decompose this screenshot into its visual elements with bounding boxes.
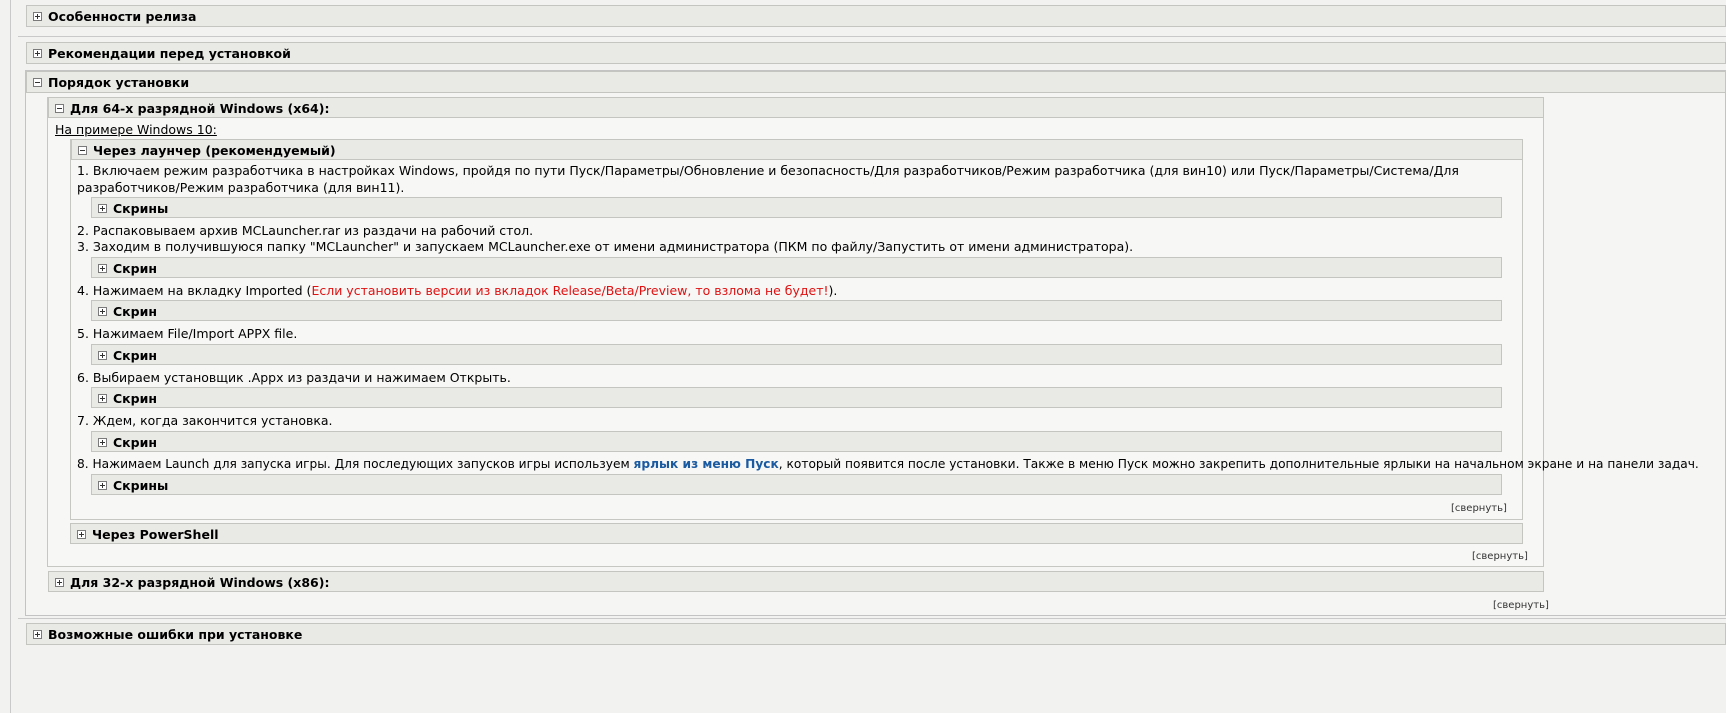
expand-icon bbox=[98, 394, 107, 403]
expand-icon bbox=[98, 204, 107, 213]
section-divider bbox=[18, 36, 1726, 37]
step-1: 1. Включаем режим разработчика в настрой… bbox=[77, 163, 1459, 195]
spoiler-screen-3[interactable]: Скрин bbox=[91, 257, 1502, 278]
spoiler-x64[interactable]: Для 64-х разрядной Windows (x64): bbox=[48, 97, 1544, 118]
spoiler-launcher-title: Через лаунчер (рекомендуемый) bbox=[93, 143, 336, 158]
step-5: 5. Нажимаем File/Import APPX file. bbox=[77, 326, 298, 341]
spoiler-powershell-title: Через PowerShell bbox=[92, 527, 219, 542]
expand-icon bbox=[98, 307, 107, 316]
spoiler-x86-title: Для 32-х разрядной Windows (x86): bbox=[70, 575, 330, 590]
spoiler-screens-1[interactable]: Скрины bbox=[91, 197, 1502, 218]
spoiler-screen-6-title: Скрин bbox=[113, 391, 158, 406]
expand-icon bbox=[98, 351, 107, 360]
step-8: 8. Нажимаем Launch для запуска игры. Для… bbox=[77, 456, 1699, 473]
spoiler-x64-title: Для 64-х разрядной Windows (x64): bbox=[70, 101, 330, 116]
spoiler-screen-7-title: Скрин bbox=[113, 435, 158, 450]
spoiler-features[interactable]: Особенности релиза bbox=[26, 5, 1726, 27]
spoiler-screens-8[interactable]: Скрины bbox=[91, 474, 1502, 495]
step-3: 3. Заходим в получившуюся папку "MCLaunc… bbox=[77, 239, 1134, 254]
spoiler-powershell[interactable]: Через PowerShell bbox=[70, 523, 1523, 544]
spoiler-screen-6[interactable]: Скрин bbox=[91, 387, 1502, 408]
expand-icon bbox=[98, 438, 107, 447]
step-4: 4. Нажимаем на вкладку Imported (Если ус… bbox=[77, 282, 837, 299]
step-7: 7. Ждем, когда закончится установка. bbox=[77, 413, 333, 428]
spoiler-features-title: Особенности релиза bbox=[48, 9, 197, 24]
step-6: 6. Выбираем установщик .Appx из раздачи … bbox=[77, 370, 511, 385]
collapse-icon bbox=[33, 78, 42, 87]
expand-icon bbox=[33, 12, 42, 21]
expand-icon bbox=[55, 578, 64, 587]
expand-icon bbox=[33, 49, 42, 58]
expand-icon bbox=[77, 530, 86, 539]
step-4-text: 4. Нажимаем на вкладку Imported ( bbox=[77, 283, 312, 298]
collapse-icon bbox=[55, 104, 64, 113]
step-2: 2. Распаковываем архив MCLauncher.rar из… bbox=[77, 223, 534, 238]
spoiler-errors-title: Возможные ошибки при установке bbox=[48, 627, 303, 642]
spoiler-recommendations-title: Рекомендации перед установкой bbox=[48, 46, 291, 61]
collapse-launcher-link[interactable]: [свернуть] bbox=[1451, 503, 1507, 514]
spoiler-install-order-title: Порядок установки bbox=[48, 75, 190, 90]
spoiler-x86[interactable]: Для 32-х разрядной Windows (x86): bbox=[48, 571, 1544, 592]
spoiler-screen-4-title: Скрин bbox=[113, 304, 158, 319]
spoiler-screen-4[interactable]: Скрин bbox=[91, 300, 1502, 321]
expand-icon bbox=[33, 630, 42, 639]
spoiler-recommendations[interactable]: Рекомендации перед установкой bbox=[26, 42, 1726, 64]
collapse-x64-link[interactable]: [свернуть] bbox=[1472, 551, 1528, 562]
section-divider bbox=[18, 618, 1726, 619]
spoiler-install-order[interactable]: Порядок установки bbox=[26, 71, 1726, 93]
step-8-end: , который появится после установки. Такж… bbox=[778, 457, 1699, 471]
expand-icon bbox=[98, 264, 107, 273]
spoiler-screens-1-title: Скрины bbox=[113, 201, 169, 216]
spoiler-errors[interactable]: Возможные ошибки при установке bbox=[26, 623, 1726, 645]
start-menu-shortcut-link[interactable]: ярлык из меню Пуск bbox=[634, 457, 779, 471]
spoiler-launcher[interactable]: Через лаунчер (рекомендуемый) bbox=[71, 139, 1523, 160]
step-8-text: 8. Нажимаем Launch для запуска игры. Для… bbox=[77, 457, 634, 471]
spoiler-screen-5-title: Скрин bbox=[113, 348, 158, 363]
spoiler-screen-5[interactable]: Скрин bbox=[91, 344, 1502, 365]
step-4-end: ). bbox=[828, 283, 838, 298]
step-4-warning: Если установить версии из вкладок Releas… bbox=[311, 283, 829, 298]
example-label: На примере Windows 10: bbox=[55, 122, 217, 137]
spoiler-screen-3-title: Скрин bbox=[113, 261, 158, 276]
spoiler-screen-7[interactable]: Скрин bbox=[91, 431, 1502, 452]
collapse-icon bbox=[78, 146, 87, 155]
collapse-install-order-link[interactable]: [свернуть] bbox=[1493, 600, 1549, 611]
expand-icon bbox=[98, 481, 107, 490]
left-border-line bbox=[10, 0, 11, 713]
spoiler-screens-8-title: Скрины bbox=[113, 478, 169, 493]
